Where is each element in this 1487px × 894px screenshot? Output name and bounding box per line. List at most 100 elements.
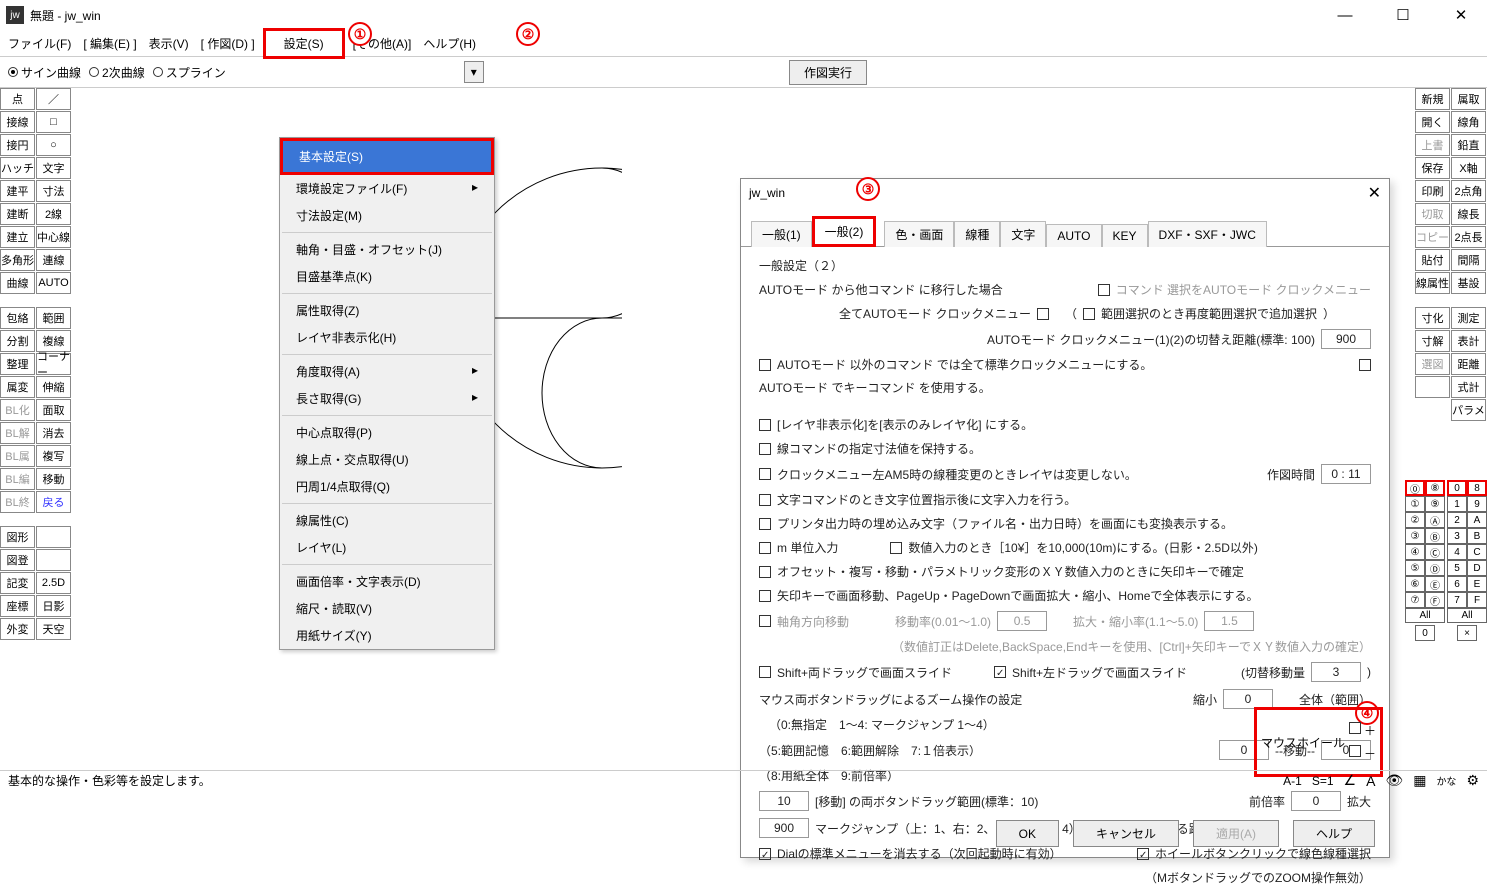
tool-rc2-1[interactable]: 線角 <box>1451 111 1486 133</box>
tool-lc-0[interactable]: 図形 <box>0 526 35 548</box>
tool-lc1-6[interactable]: 建立 <box>0 226 35 248</box>
tab-general2[interactable]: 一般(2) <box>812 216 877 247</box>
layer-gL-4[interactable]: ④ <box>1405 544 1425 560</box>
cb-shift-both[interactable] <box>759 666 771 678</box>
input-v20[interactable]: 10 <box>759 791 809 811</box>
input-v21[interactable]: 900 <box>759 818 809 838</box>
tool-ra-1[interactable]: 寸解 <box>1415 330 1450 352</box>
tool-rb-3[interactable]: 式計 <box>1451 376 1486 398</box>
tool-la-2[interactable]: 整理 <box>0 353 35 375</box>
layer-gL2-2[interactable]: 2 <box>1447 512 1467 528</box>
cb-text-after[interactable] <box>759 494 771 506</box>
layer-gR-6[interactable]: Ⓔ <box>1425 576 1445 592</box>
cb-cmd-select[interactable] <box>1098 284 1110 296</box>
layer-gL-7[interactable]: ⑦ <box>1405 592 1425 608</box>
ok-button[interactable]: OK <box>996 820 1059 847</box>
tab-line[interactable]: 線種 <box>954 221 1000 247</box>
tool-lc1-4[interactable]: 建平 <box>0 180 35 202</box>
tool-lc2-0[interactable]: ／ <box>36 88 71 110</box>
layer-gL-5[interactable]: ⑤ <box>1405 560 1425 576</box>
tool-rb-2[interactable]: 距離 <box>1451 353 1486 375</box>
tool-lc1-1[interactable]: 接線 <box>0 111 35 133</box>
menu-item-0[interactable]: 基本設定(S) <box>280 138 494 175</box>
tool-lb-0[interactable]: 範囲 <box>36 307 71 329</box>
layer-gR-5[interactable]: Ⓓ <box>1425 560 1445 576</box>
menu-item-14[interactable]: 線上点・交点取得(U) <box>280 446 494 473</box>
layer-gR-3[interactable]: Ⓑ <box>1425 528 1445 544</box>
layer-gR2-3[interactable]: B <box>1467 528 1487 544</box>
layer-gL2-6[interactable]: 6 <box>1447 576 1467 592</box>
tool-rc1-0[interactable]: 新規 <box>1415 88 1450 110</box>
tool-rc2-8[interactable]: 基設 <box>1451 272 1486 294</box>
layer-gR2-1[interactable]: 9 <box>1467 496 1487 512</box>
maximize-button[interactable]: ☐ <box>1383 6 1423 24</box>
tool-la-5[interactable]: BL解 <box>0 422 35 444</box>
tool-lc1-3[interactable]: ハッチ <box>0 157 35 179</box>
tool-rb-0[interactable]: 測定 <box>1451 307 1486 329</box>
all-left[interactable]: All <box>1405 608 1445 623</box>
layer-gL2-1[interactable]: 1 <box>1447 496 1467 512</box>
tool-rc2-7[interactable]: 間隔 <box>1451 249 1486 271</box>
tool-rc1-3[interactable]: 保存 <box>1415 157 1450 179</box>
eye-icon[interactable]: 👁 <box>1385 772 1403 789</box>
cb-wheel-color[interactable] <box>1137 848 1149 860</box>
layer-gR-2[interactable]: Ⓐ <box>1425 512 1445 528</box>
opt-sine[interactable]: サイン曲線 <box>8 64 81 81</box>
tool-la-8[interactable]: BL終 <box>0 491 35 513</box>
layer-gL-6[interactable]: ⑥ <box>1405 576 1425 592</box>
minimize-button[interactable]: — <box>1325 7 1365 24</box>
tool-lc2-2[interactable]: ○ <box>36 134 71 156</box>
menu-item-1[interactable]: 環境設定ファイル(F)▸ <box>280 175 494 202</box>
tool-rc1-6[interactable]: コピー <box>1415 226 1450 248</box>
close-button[interactable]: ✕ <box>1441 6 1481 24</box>
tool-lb-7[interactable]: 移動 <box>36 468 71 490</box>
cancel-button[interactable]: キャンセル <box>1073 820 1179 847</box>
menu-item-8[interactable]: レイヤ非表示化(H) <box>280 324 494 351</box>
tab-color[interactable]: 色・画面 <box>884 221 954 247</box>
menu-item-11[interactable]: 長さ取得(G)▸ <box>280 385 494 412</box>
tool-rc1-8[interactable]: 線属性 <box>1415 272 1450 294</box>
layer-gL2-0[interactable]: 0 <box>1447 480 1467 496</box>
cb-dial-menu[interactable] <box>759 848 771 860</box>
tool-rc1-1[interactable]: 開く <box>1415 111 1450 133</box>
input-clock-dist[interactable]: 900 <box>1321 329 1371 349</box>
menu-item-22[interactable]: 用紙サイズ(Y) <box>280 622 494 649</box>
layer-gL2-5[interactable]: 5 <box>1447 560 1467 576</box>
dialog-close-button[interactable]: ✕ <box>1368 183 1381 203</box>
cb-range-reselect[interactable] <box>1083 308 1095 320</box>
layer-gL-1[interactable]: ① <box>1405 496 1425 512</box>
menu-edit[interactable]: [ 編集(E) ] <box>79 33 140 54</box>
opt-spline[interactable]: スプライン <box>153 64 226 81</box>
tab-general1[interactable]: 一般(1) <box>751 221 812 247</box>
layer-gR-7[interactable]: Ⓕ <box>1425 592 1445 608</box>
cb-line-dim[interactable] <box>759 443 771 455</box>
tool-lc1-2[interactable]: 接円 <box>0 134 35 156</box>
menu-item-13[interactable]: 中心点取得(P) <box>280 419 494 446</box>
menu-draw[interactable]: [ 作図(D) ] <box>197 33 259 54</box>
tool-rc2-5[interactable]: 線長 <box>1451 203 1486 225</box>
tool-rc1-7[interactable]: 貼付 <box>1415 249 1450 271</box>
tool-rc2-4[interactable]: 2点角 <box>1451 180 1486 202</box>
cb-shift-left[interactable] <box>994 666 1006 678</box>
tool-lc2-8[interactable]: AUTO <box>36 272 71 294</box>
cb-auto-keycmd[interactable] <box>1359 359 1371 371</box>
cb-nonauto-std[interactable] <box>759 359 771 371</box>
tool-rc2-0[interactable]: 属取 <box>1451 88 1486 110</box>
menu-file[interactable]: ファイル(F) <box>4 33 75 54</box>
tool-lc2-4[interactable]: 寸法 <box>36 180 71 202</box>
input-prevzoom[interactable]: 0 <box>1291 791 1341 811</box>
tab-auto[interactable]: AUTO <box>1046 224 1101 247</box>
layer-gR2-5[interactable]: D <box>1467 560 1487 576</box>
tool-ld-2[interactable]: 2.5D <box>36 572 71 594</box>
tool-ra-0[interactable]: 寸化 <box>1415 307 1450 329</box>
layer-gR2-6[interactable]: E <box>1467 576 1487 592</box>
tool-lb-3[interactable]: 伸縮 <box>36 376 71 398</box>
tool-la-7[interactable]: BL編 <box>0 468 35 490</box>
menu-item-10[interactable]: 角度取得(A)▸ <box>280 358 494 385</box>
menu-item-20[interactable]: 画面倍率・文字表示(D) <box>280 568 494 595</box>
opt-quad[interactable]: 2次曲線 <box>89 64 145 81</box>
tool-la-6[interactable]: BL属 <box>0 445 35 467</box>
menu-help[interactable]: ヘルプ(H) <box>419 33 480 54</box>
tool-ra-2[interactable]: 選図 <box>1415 353 1450 375</box>
cb-clock-am5[interactable] <box>759 468 771 480</box>
